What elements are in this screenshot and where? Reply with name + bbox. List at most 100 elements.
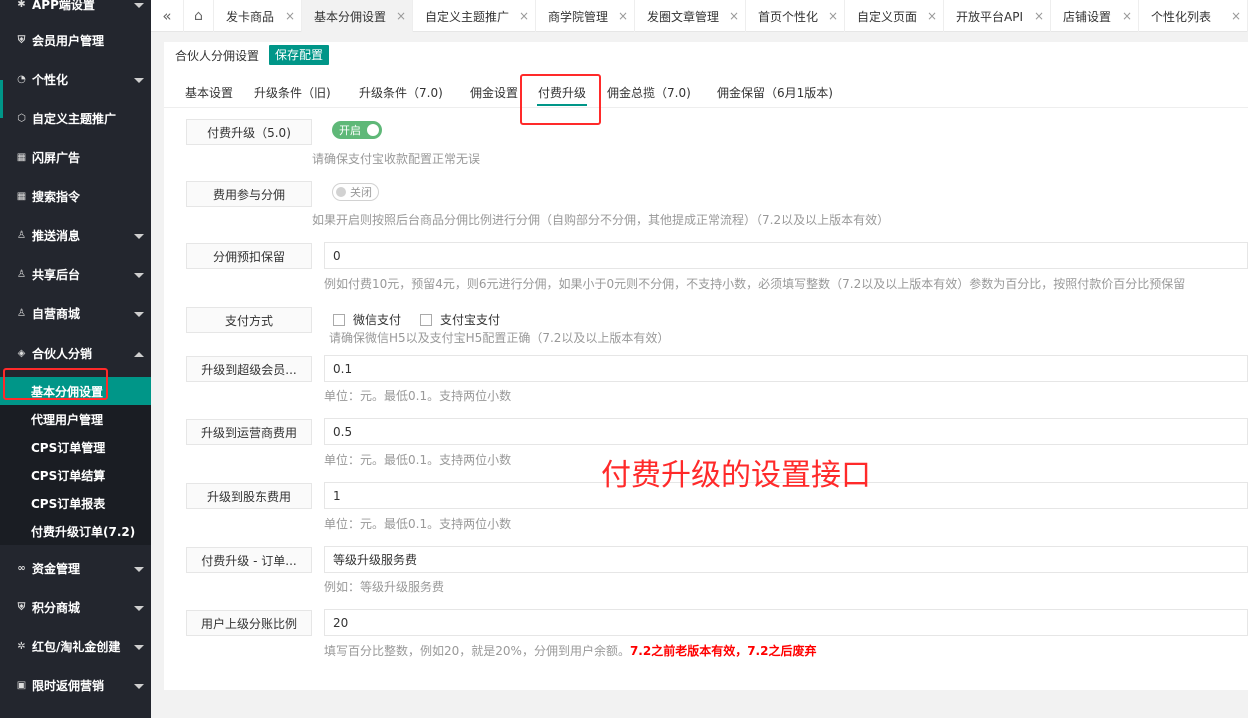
sidebar-subitem-label: CPS订单管理 xyxy=(31,440,106,455)
checkbox-box xyxy=(420,313,432,326)
label-reserve: 分佣预扣保留 xyxy=(186,243,312,269)
fee-commission-switch[interactable]: 关闭 xyxy=(332,183,379,201)
close-icon[interactable]: × xyxy=(1034,9,1044,23)
label-operator: 升级到运营商费用 xyxy=(186,419,312,445)
sidebar-item-shared-backend[interactable]: ♙ 共享后台 xyxy=(0,255,151,294)
close-icon[interactable]: × xyxy=(618,9,628,23)
tab-open-api[interactable]: 开放平台API × xyxy=(944,0,1051,32)
sidebar-subitem-paid-upgrade-orders[interactable]: 付费升级订单(7.2) xyxy=(0,517,151,545)
sidebar-item-label: 限时返佣营销 xyxy=(32,679,105,693)
close-icon[interactable]: × xyxy=(396,9,406,23)
sidebar-item-red-packet[interactable]: ✲ 红包/淘礼金创建 xyxy=(0,627,151,666)
sidebar-item-label: 合伙人分销 xyxy=(32,347,93,361)
operator-input[interactable]: 0.5 xyxy=(324,418,1248,445)
wechat-pay-checkbox[interactable]: 微信支付 xyxy=(333,311,401,328)
tab-label: 自定义页面 xyxy=(857,9,918,24)
payment-hint: 请确保微信H5以及支付宝H5配置正确（7.2以及以上版本有效） xyxy=(329,331,670,345)
sidebar-item-search-cmd[interactable]: ▦ 搜索指令 xyxy=(0,177,151,216)
sidebar-item-label: 红包/淘礼金创建 xyxy=(32,640,121,654)
switch-label: 关闭 xyxy=(350,186,372,199)
label-fee-commission: 费用参与分佣 xyxy=(186,181,312,207)
sidebar-item-label: 个性化 xyxy=(32,73,69,87)
shield-icon: ⛨ xyxy=(17,35,26,46)
sidebar-item-members[interactable]: ⛨ 会员用户管理 xyxy=(0,21,151,60)
order-hint: 例如：等级升级服务费 xyxy=(324,580,445,594)
subtab-upgrade-7[interactable]: 升级条件（7.0) xyxy=(359,84,443,101)
sidebar-item-label: 自定义主题推广 xyxy=(32,112,117,126)
sidebar-item-funds[interactable]: ∞ 资金管理 xyxy=(0,549,151,588)
sidebar-subitem-label: CPS订单结算 xyxy=(31,468,106,483)
collapse-tabs-button[interactable]: « xyxy=(151,0,184,32)
sidebar-item-label: 搜索指令 xyxy=(32,190,81,204)
tab-label: 个性化列表 xyxy=(1151,9,1212,24)
sidebar-item-label: 积分商城 xyxy=(32,601,81,615)
chevron-down-icon xyxy=(134,77,144,83)
close-icon[interactable]: × xyxy=(828,9,838,23)
sidebar-item-personalize[interactable]: ◔ 个性化 xyxy=(0,60,151,99)
label-order: 付费升级 - 订单... xyxy=(186,547,312,573)
close-icon[interactable]: × xyxy=(1231,9,1241,23)
switch-label: 开启 xyxy=(339,124,361,137)
sidebar-item-custom-theme[interactable]: ⬡ 自定义主题推广 xyxy=(0,99,151,138)
label-shareholder: 升级到股东费用 xyxy=(186,483,312,509)
subtab-paid-upgrade[interactable]: 付费升级 xyxy=(538,84,586,101)
sidebar-subitem-basic-commission[interactable]: 基本分佣设置 xyxy=(0,377,151,405)
sidebar-subitem-cps-settlement[interactable]: CPS订单结算 xyxy=(0,461,151,489)
sidebar-subitem-label: 代理用户管理 xyxy=(31,412,104,427)
close-icon[interactable]: × xyxy=(1122,9,1132,23)
tab-home-personalize[interactable]: 首页个性化 × xyxy=(746,0,845,32)
label-payment: 支付方式 xyxy=(186,307,312,333)
close-icon[interactable]: × xyxy=(285,9,295,23)
ratio-hint-warning: 7.2之前老版本有效，7.2之后废弃 xyxy=(629,644,817,658)
alipay-checkbox[interactable]: 支付宝支付 xyxy=(420,311,500,328)
sidebar-subitem-agent-users[interactable]: 代理用户管理 xyxy=(0,405,151,433)
tab-label: 商学院管理 xyxy=(548,9,609,24)
annotation-text: 付费升级的设置接口 xyxy=(601,458,871,493)
save-config-button[interactable]: 保存配置 xyxy=(269,45,330,65)
tab-shop-settings[interactable]: 店铺设置 × xyxy=(1051,0,1139,32)
close-icon[interactable]: × xyxy=(519,9,529,23)
chevron-down-icon xyxy=(134,683,144,689)
tab-label: 自定义主题推广 xyxy=(425,9,510,24)
tab-label: 店铺设置 xyxy=(1063,9,1112,24)
tab-card-goods[interactable]: 发卡商品 × xyxy=(214,0,302,32)
tab-custom-theme[interactable]: 自定义主题推广 × xyxy=(413,0,536,32)
super-member-input[interactable]: 0.1 xyxy=(324,355,1248,382)
sidebar-item-points-mall[interactable]: ⛨ 积分商城 xyxy=(0,588,151,627)
sidebar-subitem-cps-report[interactable]: CPS订单报表 xyxy=(0,489,151,517)
sidebar-item-push[interactable]: ♙ 推送消息 xyxy=(0,216,151,255)
paid-upgrade-switch[interactable]: 开启 xyxy=(332,121,382,139)
double-chevron-left-icon: « xyxy=(162,7,172,25)
tab-academy[interactable]: 商学院管理 × xyxy=(536,0,635,32)
home-tab-button[interactable]: ⌂ xyxy=(184,0,214,32)
tab-personalize-list[interactable]: 个性化列表 × xyxy=(1139,0,1248,32)
subtab-commission-reserve[interactable]: 佣金保留（6月1版本) xyxy=(717,84,833,101)
close-icon[interactable]: × xyxy=(927,9,937,23)
sidebar-subitem-cps-orders[interactable]: CPS订单管理 xyxy=(0,433,151,461)
sidebar-item-partner[interactable]: ◈ 合伙人分销 xyxy=(0,334,151,373)
sidebar-item-splash-ads[interactable]: ▦ 闪屏广告 xyxy=(0,138,151,177)
subtab-upgrade-old[interactable]: 升级条件（旧) xyxy=(254,84,331,101)
tab-articles[interactable]: 发圈文章管理 × xyxy=(635,0,746,32)
sidebar-item-label: 自营商城 xyxy=(32,307,81,321)
tab-label: 首页个性化 xyxy=(758,9,819,24)
tab-label: 开放平台API xyxy=(956,9,1023,24)
tab-basic-commission[interactable]: 基本分佣设置 × xyxy=(302,0,413,32)
sidebar-item-label: 资金管理 xyxy=(32,562,81,576)
subtab-commission-overview[interactable]: 佣金总揽（7.0) xyxy=(607,84,691,101)
ratio-input[interactable]: 20 xyxy=(324,609,1248,636)
close-icon[interactable]: × xyxy=(729,9,739,23)
paid-upgrade-hint: 请确保支付宝收款配置正常无误 xyxy=(312,152,481,166)
chevron-down-icon xyxy=(134,272,144,278)
shareholder-hint: 单位：元。最低0.1。支持两位小数 xyxy=(324,517,512,531)
calendar-icon: ▣ xyxy=(16,680,27,691)
tab-custom-page[interactable]: 自定义页面 × xyxy=(845,0,944,32)
reserve-input[interactable]: 0 xyxy=(324,242,1248,269)
sidebar-item-mall[interactable]: ♙ 自营商城 xyxy=(0,294,151,333)
subtab-basic[interactable]: 基本设置 xyxy=(185,84,233,101)
sidebar-item-label: APP端设置 xyxy=(32,0,95,12)
order-name-input[interactable]: 等级升级服务费 xyxy=(324,546,1248,573)
subtab-commission[interactable]: 佣金设置 xyxy=(470,84,518,101)
sidebar-item-timed-rebate[interactable]: ▣ 限时返佣营销 xyxy=(0,666,151,705)
super-member-hint: 单位：元。最低0.1。支持两位小数 xyxy=(324,389,512,403)
